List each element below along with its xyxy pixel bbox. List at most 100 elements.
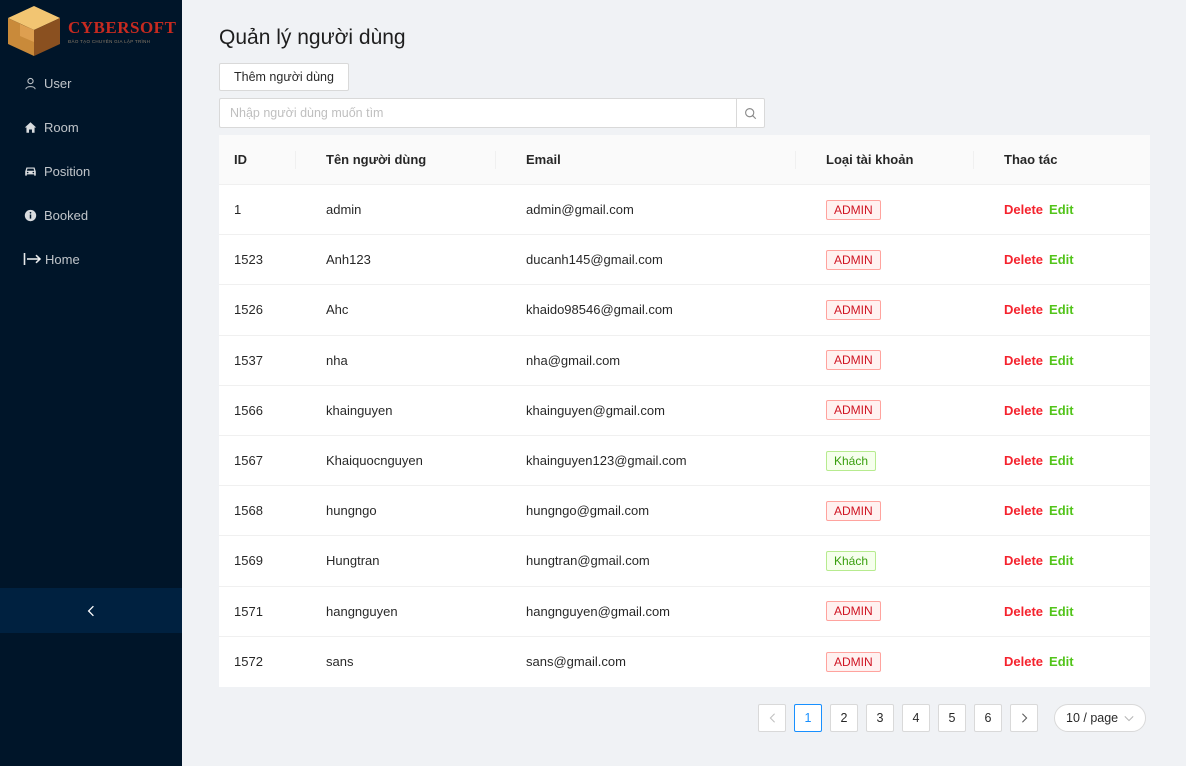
account-type-tag: Khách <box>826 550 877 571</box>
cell-email: ducanh145@gmail.com <box>526 252 663 268</box>
next-page-button[interactable] <box>1010 704 1038 732</box>
account-type-tag: ADMIN <box>826 299 881 320</box>
page-5-button[interactable]: 5 <box>938 704 966 732</box>
edit-button[interactable]: Edit <box>1049 553 1074 568</box>
cell-email: hungtran@gmail.com <box>526 553 650 569</box>
edit-button[interactable]: Edit <box>1049 353 1074 368</box>
cell-account-type: ADMIN <box>796 486 974 535</box>
account-type-tag: ADMIN <box>826 350 881 371</box>
brand-logo[interactable]: CYBERSOFT ĐÀO TẠO CHUYÊN GIA LẬP TRÌNH <box>6 4 181 58</box>
delete-button[interactable]: Delete <box>1004 604 1043 619</box>
delete-button[interactable]: Delete <box>1004 503 1043 518</box>
cell-email: khainguyen@gmail.com <box>526 402 665 418</box>
delete-button[interactable]: Delete <box>1004 553 1043 568</box>
add-user-button[interactable]: Thêm người dùng <box>219 63 349 91</box>
cell-email: khaido98546@gmail.com <box>526 302 673 318</box>
table-row: 1523 Anh123 ducanh145@gmail.com ADMIN Delete… <box>219 235 1150 286</box>
cell-email: hungngo@gmail.com <box>526 503 650 519</box>
cell-actions: Delete Edit <box>974 336 1150 385</box>
cell-name: Ahc <box>326 302 349 318</box>
sidebar-item-position[interactable]: Position <box>0 149 182 193</box>
cell-account-type: ADMIN <box>796 285 974 334</box>
column-header-account-type: Loại tài khoản <box>796 135 974 184</box>
delete-button[interactable]: Delete <box>1004 353 1043 368</box>
table-header: ID Tên người dùng Email Loại tài khoản T… <box>219 135 1150 185</box>
edit-button[interactable]: Edit <box>1049 604 1074 619</box>
search-input[interactable] <box>219 98 736 128</box>
cell-id: 1568 <box>234 503 263 519</box>
main-content: Quản lý người dùng Thêm người dùng ID Tê… <box>182 0 1186 766</box>
delete-button[interactable]: Delete <box>1004 654 1043 669</box>
cell-name: hangnguyen <box>326 603 398 619</box>
edit-button[interactable]: Edit <box>1049 302 1074 317</box>
cell-account-type: ADMIN <box>796 235 974 284</box>
cell-account-type: Khách <box>796 536 974 585</box>
cell-name: Hungtran <box>326 553 380 569</box>
cell-name: hungngo <box>326 503 377 519</box>
column-header-name: Tên người dùng <box>296 135 496 184</box>
table-row: 1572 sans sans@gmail.com ADMIN Delete Edit <box>219 637 1150 687</box>
brand-tagline: ĐÀO TẠO CHUYÊN GIA LẬP TRÌNH <box>68 39 151 44</box>
sidebar-item-home[interactable]: Home <box>0 237 182 281</box>
prev-page-button[interactable] <box>758 704 786 732</box>
account-type-tag: ADMIN <box>826 249 881 270</box>
delete-button[interactable]: Delete <box>1004 252 1043 267</box>
sidebar-item-label: Room <box>44 119 79 135</box>
page-3-button[interactable]: 3 <box>866 704 894 732</box>
pagination: 1 2 3 4 5 6 10 / page <box>758 704 1146 732</box>
page-title: Quản lý người dùng <box>219 26 406 49</box>
table-row: 1 admin admin@gmail.com ADMIN Delete Edit <box>219 185 1150 236</box>
sidebar-item-booked[interactable]: Booked <box>0 193 182 237</box>
column-header-actions: Thao tác <box>1004 152 1058 167</box>
account-type-tag: Khách <box>826 450 877 471</box>
account-type-tag: ADMIN <box>826 199 881 220</box>
cube-logo-icon <box>8 6 60 56</box>
cell-id: 1 <box>234 202 242 218</box>
edit-button[interactable]: Edit <box>1049 252 1074 267</box>
sidebar-menu: User Room Position Booked Home <box>0 61 182 281</box>
sidebar-item-room[interactable]: Room <box>0 105 182 149</box>
delete-button[interactable]: Delete <box>1004 202 1043 217</box>
cell-email: admin@gmail.com <box>526 202 634 218</box>
car-icon <box>23 164 37 178</box>
chevron-down-icon <box>1124 715 1134 722</box>
table-row: 1567 Khaiquocnguyen khainguyen123@gmail.co… <box>219 436 1150 487</box>
cell-actions: Delete Edit <box>974 235 1150 284</box>
search-icon <box>745 107 757 119</box>
chevron-left-icon <box>769 713 775 723</box>
table-row: 1566 khainguyen khainguyen@gmail.com ADMIN D… <box>219 386 1150 436</box>
users-table: ID Tên người dùng Email Loại tài khoản T… <box>219 135 1150 687</box>
page-2-button[interactable]: 2 <box>830 704 858 732</box>
page-size-select[interactable]: 10 / page <box>1054 704 1146 732</box>
delete-button[interactable]: Delete <box>1004 453 1043 468</box>
cell-account-type: ADMIN <box>796 587 974 636</box>
delete-button[interactable]: Delete <box>1004 403 1043 418</box>
cell-account-type: ADMIN <box>796 637 974 687</box>
page-1-button[interactable]: 1 <box>794 704 822 732</box>
page-6-button[interactable]: 6 <box>974 704 1002 732</box>
cell-name: khainguyen <box>326 402 393 418</box>
arrow-right-bar-icon <box>23 252 43 266</box>
cell-id: 1567 <box>234 453 263 469</box>
sidebar-item-user[interactable]: User <box>0 61 182 105</box>
cell-actions: Delete Edit <box>974 637 1150 687</box>
edit-button[interactable]: Edit <box>1049 503 1074 518</box>
cell-account-type: Khách <box>796 436 974 485</box>
cell-actions: Delete Edit <box>974 185 1150 234</box>
cell-actions: Delete Edit <box>974 587 1150 636</box>
edit-button[interactable]: Edit <box>1049 654 1074 669</box>
page-4-button[interactable]: 4 <box>902 704 930 732</box>
sidebar-collapse-button[interactable] <box>0 588 182 633</box>
cell-id: 1537 <box>234 352 263 368</box>
cell-name: nha <box>326 352 348 368</box>
cell-name: Khaiquocnguyen <box>326 453 423 469</box>
sidebar-item-label: User <box>44 75 72 91</box>
search-button[interactable] <box>736 98 765 128</box>
edit-button[interactable]: Edit <box>1049 453 1074 468</box>
cell-account-type: ADMIN <box>796 185 974 234</box>
cell-actions: Delete Edit <box>974 536 1150 585</box>
delete-button[interactable]: Delete <box>1004 302 1043 317</box>
cell-email: sans@gmail.com <box>526 654 626 670</box>
edit-button[interactable]: Edit <box>1049 202 1074 217</box>
edit-button[interactable]: Edit <box>1049 403 1074 418</box>
